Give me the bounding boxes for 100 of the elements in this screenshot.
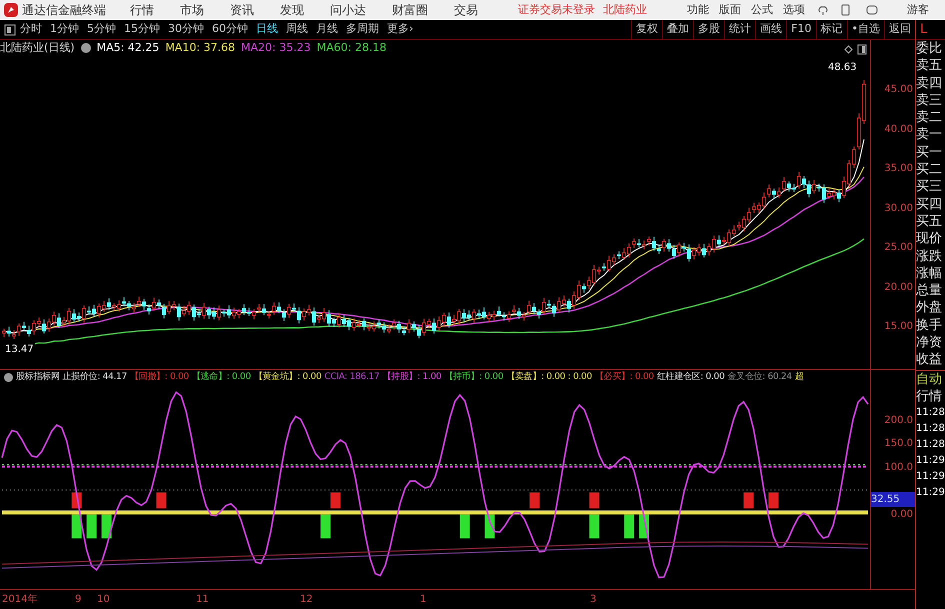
quote-field-label: 买一	[916, 144, 943, 162]
indicator-value: CCIA: 186.17	[324, 370, 380, 384]
quote-field-label: 卖四	[916, 74, 943, 92]
period-tab[interactable]: 60分钟	[212, 21, 248, 38]
menu-item[interactable]: 资讯	[230, 1, 254, 19]
toolbar-button[interactable]: 多股	[693, 20, 724, 40]
time-axis-label: 3	[590, 593, 596, 607]
quote-field-label: 买二	[916, 161, 943, 178]
app-title: 通达信金融终端	[22, 2, 106, 19]
trade-time: 11:29	[916, 470, 945, 484]
menu-item[interactable]: 问小达	[330, 1, 366, 19]
moving-average-value: MA10: 37.68	[165, 40, 236, 56]
price-axis-label: 25.00	[884, 241, 913, 255]
indicator-axis-label: 200.0	[884, 414, 913, 428]
period-tab[interactable]: 30分钟	[168, 21, 204, 38]
signal-bar	[330, 492, 340, 508]
indicator-value: 金叉仓位: 60.24	[728, 370, 792, 384]
quote-field-label: 买四	[916, 196, 943, 213]
moving-average-value: MA5: 42.25	[96, 40, 160, 56]
stock-name: 北陆药业	[603, 2, 647, 18]
quote-field-label: 外盘	[916, 299, 943, 317]
signal-bar	[86, 514, 97, 538]
tool-menu-item[interactable]: 版面	[719, 2, 741, 18]
window-icon[interactable]	[857, 44, 867, 55]
menu-item[interactable]: 交易	[454, 1, 478, 19]
price-axis-label: 35.00	[884, 162, 913, 176]
moving-average-value: MA60: 28.18	[316, 40, 386, 56]
quote-field-label: 卖五	[916, 57, 943, 75]
quote-field-label: 买五	[916, 212, 943, 230]
mode-label: 行情	[916, 388, 943, 405]
quote-field-label: 买三	[916, 178, 943, 196]
toolbar-button[interactable]: •自选	[846, 20, 884, 40]
quote-field-label: 总量	[916, 282, 943, 300]
diamond-icon[interactable]	[844, 45, 853, 54]
indicator-settings-icon[interactable]	[4, 372, 13, 382]
phone-icon[interactable]	[841, 4, 850, 16]
moving-average-value: MA20: 35.23	[241, 40, 311, 56]
toolbar-button[interactable]: 标记	[816, 20, 846, 40]
settings-icon[interactable]	[80, 43, 91, 54]
toolbar-button[interactable]: 统计	[724, 20, 756, 40]
period-tab[interactable]: 分时	[20, 21, 42, 38]
tool-menu-item[interactable]: 选项	[783, 2, 805, 18]
indicator-value: 【持股】: 1.00	[382, 370, 442, 384]
period-tab[interactable]: 日线	[256, 21, 278, 38]
tool-menu-item[interactable]: 功能	[687, 2, 709, 18]
trade-time: 11:28	[916, 422, 945, 436]
indicator-axis-label: 32.55	[871, 492, 915, 507]
quote-field-label: 净资	[916, 334, 943, 352]
toolbar-button[interactable]: 画线	[755, 20, 786, 40]
signal-bar	[156, 492, 166, 508]
time-axis-label: 11	[196, 593, 209, 607]
tool-menu-item[interactable]: 公式	[751, 2, 773, 18]
quote-field-label: 涨跌	[916, 248, 943, 265]
indicator-value: 【黄金坑】: 0.00	[254, 370, 322, 384]
cloud-icon[interactable]	[817, 4, 829, 16]
price-axis-label: 30.00	[884, 202, 913, 216]
indicator-axis-label: 0.00	[890, 508, 913, 522]
signal-bar	[72, 514, 82, 538]
panel-toggle-icon[interactable]	[4, 24, 16, 36]
period-tab[interactable]: 更多›	[387, 21, 414, 38]
toolbar-button[interactable]: 返回	[884, 20, 915, 40]
high-price-label: 48.63	[828, 61, 857, 75]
app-logo-icon	[4, 3, 18, 17]
indicator-value: 【必买】: 0.00	[594, 370, 654, 384]
menu-item[interactable]: 市场	[180, 1, 204, 19]
indicator-axis-label: 150.0	[884, 437, 913, 451]
toolbar-button[interactable]: 复权	[631, 20, 662, 40]
time-axis-label: 2014年	[2, 593, 38, 607]
toolbar-button[interactable]: 叠加	[662, 20, 694, 40]
trade-time: 11:28	[916, 406, 945, 420]
period-tab[interactable]: 5分钟	[87, 21, 116, 38]
trade-time: 11:28	[916, 438, 945, 452]
indicator-title: 股标指标网	[16, 370, 60, 384]
period-tab[interactable]: 周线	[286, 21, 308, 38]
menu-item[interactable]: 发现	[280, 1, 304, 19]
corner-label: L	[915, 20, 945, 40]
menu-item[interactable]: 行情	[130, 1, 154, 19]
period-tab[interactable]: 多周期	[346, 21, 379, 38]
time-axis-label: 9	[75, 593, 82, 607]
user-label[interactable]: 游客	[907, 2, 929, 18]
period-tab[interactable]: 1分钟	[50, 21, 79, 38]
signal-bar	[589, 492, 600, 508]
price-axis-label: 15.00	[884, 320, 913, 334]
period-tab[interactable]: 15分钟	[124, 21, 160, 38]
quote-field-label: 现价	[916, 230, 943, 248]
signal-bar	[768, 492, 778, 508]
quote-field-label: 卖一	[916, 126, 943, 144]
time-axis-label: 1	[420, 593, 426, 607]
quote-field-label: 委比	[916, 40, 943, 58]
indicator-value: 【持币】: 0.00	[444, 370, 504, 384]
menu-item[interactable]: 财富圈	[392, 1, 428, 19]
time-axis-label: 12	[300, 593, 313, 607]
period-tab[interactable]: 月线	[316, 21, 338, 38]
toolbar-button[interactable]: F10	[786, 20, 816, 40]
trade-time: 11:29	[916, 454, 945, 468]
signal-bar	[460, 514, 470, 538]
message-icon[interactable]	[866, 5, 878, 15]
price-axis-label: 40.00	[884, 122, 913, 136]
signal-bar	[589, 514, 600, 538]
indicator-value: 【逃命】: 0.00	[192, 370, 251, 384]
